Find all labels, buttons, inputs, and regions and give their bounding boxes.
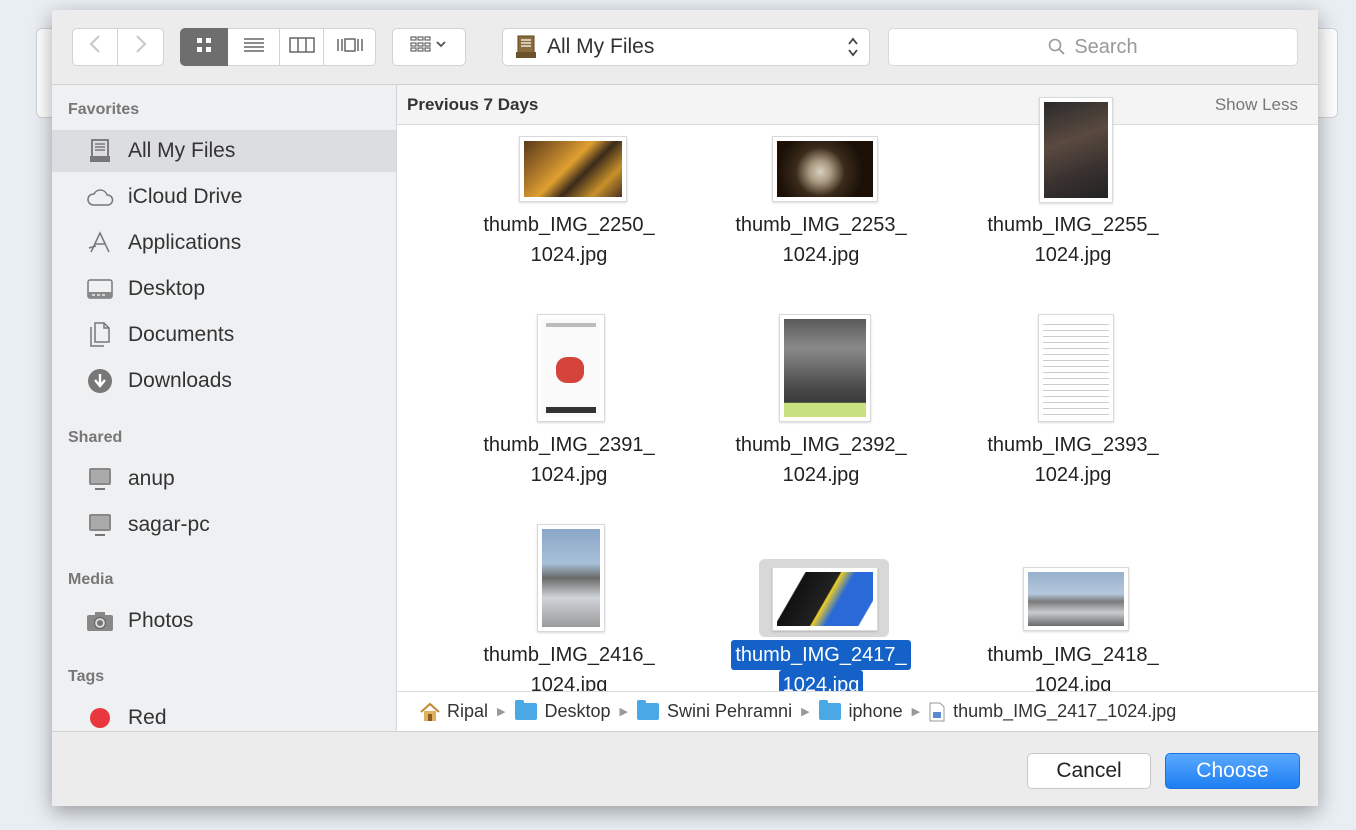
image-file-icon xyxy=(929,702,945,722)
search-placeholder: Search xyxy=(1074,35,1138,58)
cover-flow-view-icon xyxy=(336,37,364,58)
dialog-footer: Cancel Choose xyxy=(52,731,1318,806)
sidebar-item-label: Red xyxy=(128,706,167,729)
view-mode-selector xyxy=(180,28,376,66)
red-tag-dot-icon xyxy=(86,704,114,731)
sidebar-header-shared: Shared xyxy=(68,429,123,446)
applications-icon xyxy=(86,229,114,257)
path-separator-icon: ▶ xyxy=(911,706,921,718)
sidebar-item-photos[interactable]: Photos xyxy=(52,600,396,642)
column-view-icon xyxy=(288,36,315,58)
desktop-icon xyxy=(86,275,114,303)
file-name[interactable]: thumb_IMG_2255_ 1024.jpg xyxy=(953,210,1193,270)
arrange-button[interactable] xyxy=(392,28,466,66)
path-item-iphone[interactable]: iphone xyxy=(818,700,903,722)
updown-arrows-icon xyxy=(847,35,859,60)
sidebar-header-media: Media xyxy=(68,571,114,588)
icon-view-button[interactable] xyxy=(180,28,228,66)
sidebar-item-sagar-pc[interactable]: sagar-pc xyxy=(52,504,396,546)
search-field[interactable]: Search xyxy=(888,28,1298,66)
sidebar-item-label: Photos xyxy=(128,609,194,632)
file-name[interactable]: thumb_IMG_2391_ 1024.jpg xyxy=(449,430,689,490)
sidebar: Favorites All My Files iCloud Drive Appl… xyxy=(52,85,397,731)
list-view-button[interactable] xyxy=(228,28,280,66)
sidebar-item-documents[interactable]: Documents xyxy=(52,314,396,356)
camera-icon xyxy=(86,607,114,635)
toolbar: All My Files Search xyxy=(52,10,1318,85)
computer-icon xyxy=(86,465,114,493)
sidebar-item-downloads[interactable]: Downloads xyxy=(52,360,396,402)
sidebar-item-desktop[interactable]: Desktop xyxy=(52,268,396,310)
path-item-file[interactable]: thumb_IMG_2417_1024.jpg xyxy=(929,701,1176,722)
section-header: Previous 7 Days Show Less xyxy=(397,85,1318,125)
sidebar-item-tag-red[interactable]: Red xyxy=(52,697,396,731)
sidebar-item-all-my-files[interactable]: All My Files xyxy=(52,130,396,172)
cloud-icon xyxy=(86,183,114,211)
all-files-icon xyxy=(86,137,114,165)
folder-icon xyxy=(514,700,537,720)
sidebar-item-label: anup xyxy=(128,467,175,490)
sidebar-item-label: All My Files xyxy=(128,139,236,162)
sidebar-item-label: Documents xyxy=(128,323,235,346)
section-title: Previous 7 Days xyxy=(407,95,539,114)
path-bar: Ripal ▶ Desktop ▶ Swini Pehramni ▶ iphon… xyxy=(397,691,1318,731)
folder-icon xyxy=(637,700,660,720)
list-view-icon xyxy=(243,37,265,58)
cancel-button[interactable]: Cancel xyxy=(1027,753,1151,789)
sidebar-header-favorites: Favorites xyxy=(68,101,140,118)
sidebar-item-anup[interactable]: anup xyxy=(52,458,396,500)
path-item-desktop[interactable]: Desktop xyxy=(514,700,611,722)
sidebar-item-label: Desktop xyxy=(128,277,206,300)
open-file-dialog: All My Files Search Favorites All My Fil… xyxy=(52,10,1318,806)
show-less-link[interactable]: Show Less xyxy=(1215,95,1298,115)
file-thumbnail[interactable] xyxy=(519,136,627,202)
file-thumbnail[interactable] xyxy=(1039,97,1113,203)
chevron-left-icon xyxy=(89,34,101,60)
file-thumbnail[interactable] xyxy=(1023,567,1129,631)
all-files-icon xyxy=(515,35,537,59)
location-popup[interactable]: All My Files xyxy=(502,28,870,66)
sidebar-item-label: iCloud Drive xyxy=(128,185,243,208)
file-name[interactable]: thumb_IMG_2393_ 1024.jpg xyxy=(953,430,1193,490)
file-thumbnail[interactable] xyxy=(779,314,871,422)
path-separator-icon: ▶ xyxy=(497,706,506,718)
path-separator-icon: ▶ xyxy=(801,706,810,718)
file-name[interactable]: thumb_IMG_2250_ 1024.jpg xyxy=(449,210,689,270)
icon-view-icon xyxy=(196,37,212,58)
file-name[interactable]: thumb_IMG_2416_ 1024.jpg xyxy=(449,640,689,691)
path-item-ripal[interactable]: Ripal xyxy=(419,701,488,722)
location-label: All My Files xyxy=(547,35,655,58)
file-thumbnail[interactable] xyxy=(537,524,605,632)
file-name[interactable]: thumb_IMG_2392_ 1024.jpg xyxy=(701,430,941,490)
downloads-icon xyxy=(86,367,114,395)
column-view-button[interactable] xyxy=(280,28,324,66)
home-icon xyxy=(419,702,441,722)
chevron-right-icon xyxy=(135,34,147,60)
search-icon xyxy=(1048,38,1066,56)
file-name[interactable]: thumb_IMG_2418_ 1024.jpg xyxy=(953,640,1193,691)
choose-button[interactable]: Choose xyxy=(1165,753,1300,789)
sidebar-header-tags: Tags xyxy=(68,668,105,685)
cover-flow-view-button[interactable] xyxy=(324,28,376,66)
file-thumbnail[interactable] xyxy=(1038,314,1114,422)
file-browser: Previous 7 Days Show Less thumb_IMG_2250… xyxy=(397,85,1318,691)
sidebar-item-applications[interactable]: Applications xyxy=(52,222,396,264)
path-item-swini-pehramni[interactable]: Swini Pehramni xyxy=(637,700,792,722)
arrange-grid-icon xyxy=(409,35,449,59)
file-thumbnail[interactable] xyxy=(772,136,878,202)
sidebar-item-label: Downloads xyxy=(128,369,232,392)
folder-icon xyxy=(818,700,841,720)
computer-icon xyxy=(86,511,114,539)
sidebar-item-label: Applications xyxy=(128,231,242,254)
forward-button[interactable] xyxy=(118,28,164,66)
sidebar-item-icloud-drive[interactable]: iCloud Drive xyxy=(52,176,396,218)
file-name-selected[interactable]: thumb_IMG_2417_ 1024.jpg xyxy=(701,640,941,691)
path-separator-icon: ▶ xyxy=(619,706,629,718)
back-button[interactable] xyxy=(72,28,118,66)
documents-icon xyxy=(86,321,114,349)
sidebar-item-label: sagar-pc xyxy=(128,513,210,536)
file-thumbnail-selected[interactable] xyxy=(772,567,878,631)
file-thumbnail[interactable] xyxy=(537,314,605,422)
file-name[interactable]: thumb_IMG_2253_ 1024.jpg xyxy=(701,210,941,270)
